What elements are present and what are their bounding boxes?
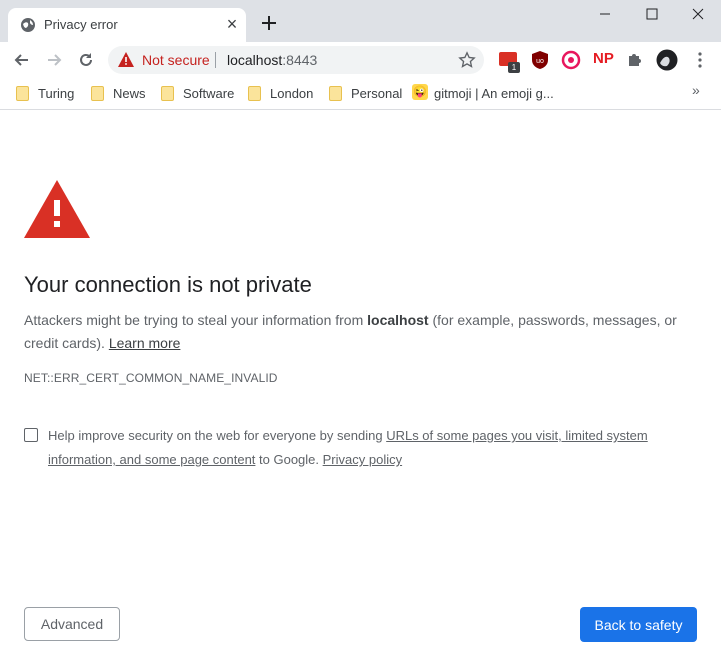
not-secure-label: Not secure [142, 52, 210, 68]
puzzle-extensions-icon[interactable] [625, 50, 645, 70]
tab-privacy-error[interactable]: Privacy error × [8, 8, 246, 42]
profile-avatar-icon[interactable] [656, 49, 678, 71]
gitmoji-emoji-icon: 😜 [412, 84, 428, 100]
error-code: NET::ERR_CERT_COMMON_NAME_INVALID [24, 371, 278, 385]
tab-title: Privacy error [44, 17, 118, 32]
page-title: Your connection is not private [24, 272, 312, 297]
svg-text:uo: uo [536, 58, 544, 65]
np-extension-icon[interactable]: NP [593, 50, 614, 67]
folder-icon [248, 86, 261, 101]
more-menu-icon[interactable] [690, 50, 710, 70]
bookmark-label: London [270, 86, 314, 101]
tab-close-icon[interactable]: × [223, 15, 241, 34]
optin-prefix: Help improve security on the web for eve… [48, 428, 387, 443]
new-tab-icon[interactable] [259, 13, 279, 33]
url-text[interactable]: localhost:8443 [227, 52, 317, 68]
address-bar[interactable]: Not secure localhost:8443 [108, 46, 484, 74]
body-host: localhost [367, 312, 429, 328]
close-window-icon[interactable] [688, 4, 708, 24]
bookmark-label: gitmoji | An emoji g... [434, 86, 554, 101]
url-host: localhost [227, 52, 283, 68]
security-chip[interactable]: Not secure [112, 49, 217, 71]
bookmarks-overflow-icon[interactable]: » [692, 82, 700, 98]
improve-security-checkbox[interactable] [24, 428, 38, 442]
explanation-text: Attackers might be trying to steal your … [24, 309, 704, 355]
url-port: :8443 [282, 52, 318, 68]
large-warning-icon [24, 180, 90, 238]
folder-icon [329, 86, 342, 101]
reload-icon[interactable] [76, 50, 96, 70]
learn-more-link[interactable]: Learn more [109, 335, 181, 351]
bookmark-star-icon[interactable] [458, 51, 476, 69]
bookmark-label: Personal [351, 86, 403, 101]
extension-badge: 1 [508, 62, 520, 73]
minimize-icon[interactable] [595, 4, 615, 24]
improve-security-label: Help improve security on the web for eve… [48, 424, 688, 472]
omnibox-divider [215, 52, 216, 68]
browser-toolbar: Not secure localhost:8443 1 uo NP [0, 42, 721, 78]
extension-circle-icon[interactable] [561, 50, 581, 70]
back-to-safety-button[interactable]: Back to safety [580, 607, 697, 642]
body-prefix: Attackers might be trying to steal your … [24, 312, 368, 328]
folder-icon [161, 86, 174, 101]
tab-strip: Privacy error × [0, 0, 721, 42]
globe-icon [21, 18, 35, 32]
forward-arrow-icon[interactable] [44, 50, 64, 70]
optin-middle: to Google. [255, 452, 323, 467]
folder-icon [16, 86, 29, 101]
warning-triangle-icon [118, 52, 134, 67]
ublock-shield-icon[interactable]: uo [530, 50, 550, 70]
bookmark-label: News [113, 86, 146, 101]
extension-ticket-icon[interactable]: 1 [499, 50, 520, 73]
maximize-icon[interactable] [642, 4, 662, 24]
back-arrow-icon[interactable] [12, 50, 32, 70]
bookmark-label: Software [183, 86, 235, 101]
advanced-button[interactable]: Advanced [24, 607, 120, 641]
bookmarks-bar: Turing News Software London Personal 😜 g… [0, 78, 721, 110]
bookmark-label: Turing [38, 86, 75, 101]
privacy-policy-link[interactable]: Privacy policy [323, 452, 402, 467]
folder-icon [91, 86, 104, 101]
